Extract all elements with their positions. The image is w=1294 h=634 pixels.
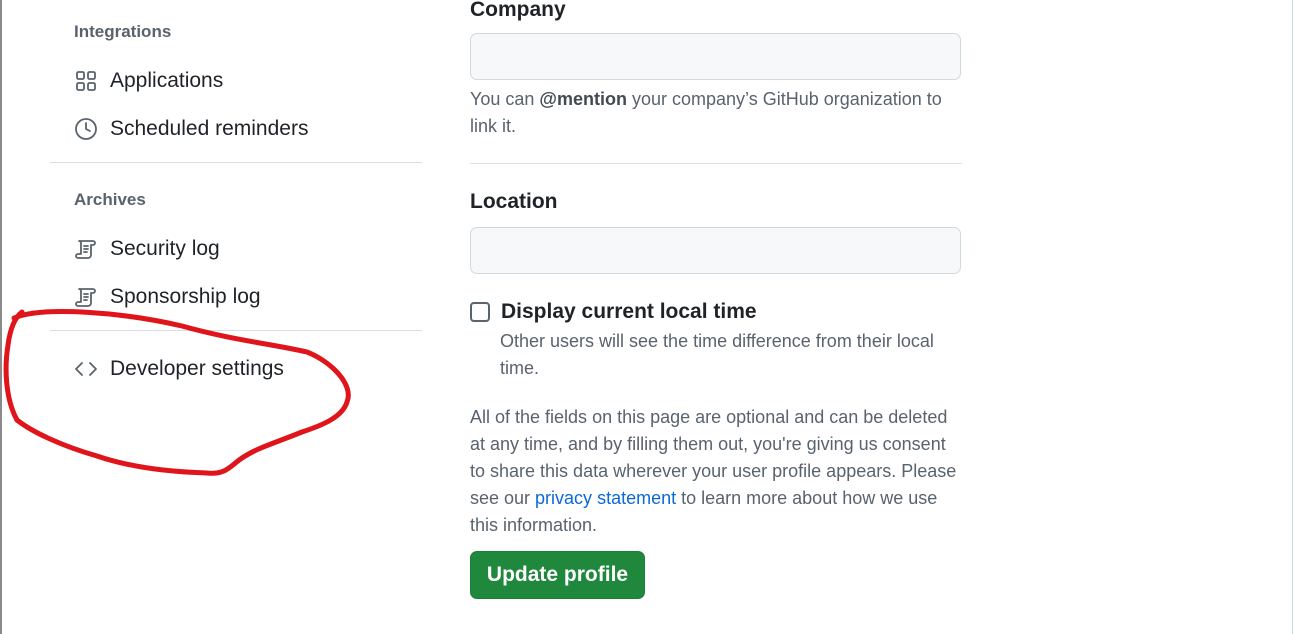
update-profile-button[interactable]: Update profile: [470, 551, 645, 599]
sidebar-item-scheduled-reminders[interactable]: Scheduled reminders: [74, 113, 308, 145]
right-border: [1292, 0, 1293, 634]
company-note-prefix: You can: [470, 89, 540, 109]
apps-icon: [74, 69, 98, 93]
local-time-note: Other users will see the time difference…: [500, 331, 934, 378]
company-label: Company: [470, 0, 566, 21]
log-icon: [74, 285, 98, 309]
clock-icon: [74, 117, 98, 141]
local-time-checkbox[interactable]: [470, 302, 490, 322]
privacy-statement-link[interactable]: privacy statement: [535, 488, 676, 508]
location-input[interactable]: [470, 227, 961, 274]
sidebar-item-sponsorship-log[interactable]: Sponsorship log: [74, 281, 261, 313]
settings-page: Integrations Applications Scheduled remi…: [0, 0, 1294, 634]
sidebar-divider: [50, 162, 422, 163]
company-input[interactable]: [470, 33, 961, 80]
sidebar-item-label: Applications: [110, 69, 224, 92]
sidebar-item-security-log[interactable]: Security log: [74, 233, 220, 265]
local-time-label: Display current local time: [501, 300, 757, 323]
code-icon: [74, 357, 98, 381]
location-label: Location: [470, 190, 558, 213]
sidebar-item-label: Sponsorship log: [110, 285, 261, 308]
sidebar-item-label: Developer settings: [110, 357, 284, 380]
form-divider: [470, 163, 962, 164]
sidebar-item-applications[interactable]: Applications: [74, 65, 223, 97]
archives-heading: Archives: [74, 190, 146, 209]
integrations-heading: Integrations: [74, 22, 172, 41]
log-icon: [74, 237, 98, 261]
mention-text: @mention: [539, 89, 627, 109]
consent-note: All of the fields on this page are optio…: [470, 404, 962, 539]
sidebar-divider: [50, 330, 422, 331]
sidebar-item-developer-settings[interactable]: Developer settings: [74, 353, 284, 385]
sidebar-item-label: Security log: [110, 237, 220, 260]
company-note: You can @mention your company’s GitHub o…: [470, 86, 962, 140]
sidebar-item-label: Scheduled reminders: [110, 117, 309, 140]
